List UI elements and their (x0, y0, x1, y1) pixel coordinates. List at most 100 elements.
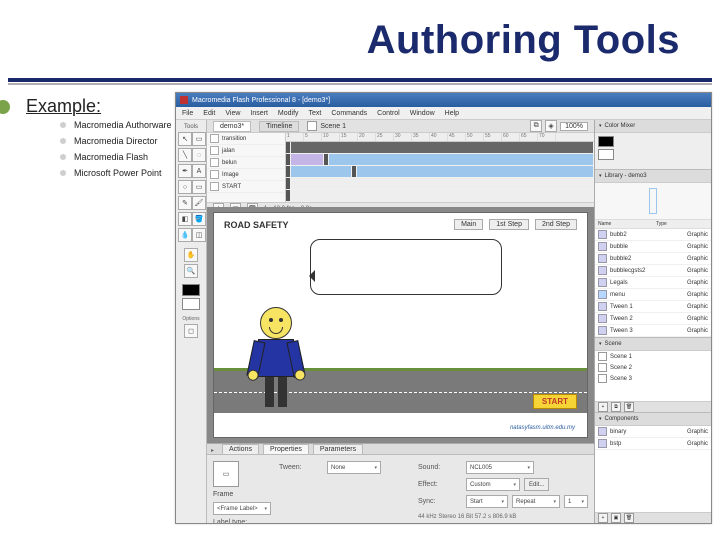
effect-select[interactable]: Custom (466, 478, 520, 491)
scene-item[interactable]: Scene 2 (595, 362, 711, 373)
menu-control[interactable]: Control (377, 110, 400, 117)
scene-item[interactable]: Scene 1 (595, 351, 711, 362)
library-item[interactable]: LegalsGraphic (595, 277, 711, 289)
sound-select[interactable]: NCL005 (466, 461, 534, 474)
layer-row[interactable]: belun (207, 157, 285, 169)
library-item[interactable]: bubblecgsts2Graphic (595, 265, 711, 277)
stroke-swatch[interactable] (182, 284, 200, 296)
eraser-tool-icon[interactable]: ◫ (192, 228, 206, 242)
layer-row[interactable]: Image (207, 169, 285, 181)
library-item[interactable]: Tween 3Graphic (595, 325, 711, 337)
scene-item[interactable]: Scene 3 (595, 373, 711, 384)
option-icon[interactable]: ◻ (184, 324, 198, 338)
menu-window[interactable]: Window (410, 110, 435, 117)
stage-tab-step1[interactable]: 1st Step (489, 219, 529, 230)
subselect-tool-icon[interactable]: ▭ (192, 132, 206, 146)
delete-scene-icon[interactable]: 🗑 (624, 402, 634, 412)
menu-insert[interactable]: Insert (250, 110, 268, 117)
selection-tool-icon[interactable]: ↖ (178, 132, 192, 146)
collapse-icon[interactable]: ▸ (211, 447, 218, 454)
tween-select[interactable]: None (327, 461, 381, 474)
sync-count[interactable]: 1 (564, 495, 588, 508)
frame-icon: ▭ (213, 461, 239, 487)
symbol-icon (598, 427, 607, 436)
oval-tool-icon[interactable]: ○ (178, 180, 192, 194)
fill-color-chip[interactable] (598, 149, 614, 160)
layer-row[interactable]: START (207, 181, 285, 193)
layer-row[interactable]: transition (207, 133, 285, 145)
menu-edit[interactable]: Edit (203, 110, 215, 117)
edit-scene-icon[interactable]: ⧉ (530, 120, 542, 132)
text-tool-icon[interactable]: A (192, 164, 206, 178)
main-bullet: Example: (0, 96, 101, 117)
head-shape (260, 307, 292, 339)
add-icon[interactable]: + (598, 513, 608, 523)
stage-tab-main[interactable]: Main (454, 219, 483, 230)
tab-actions[interactable]: Actions (222, 444, 259, 454)
lasso-tool-icon[interactable]: ◌ (192, 148, 206, 162)
menu-commands[interactable]: Commands (331, 110, 367, 117)
scene-crumb[interactable]: Scene 1 (307, 121, 346, 131)
layer-row[interactable]: jalan (207, 145, 285, 157)
stage-tab-step2[interactable]: 2nd Step (535, 219, 577, 230)
edit-symbol-icon[interactable]: ◈ (545, 120, 557, 132)
dup-scene-icon[interactable]: ⧉ (611, 402, 621, 412)
layer-list: transition jalan belun Image START (207, 133, 286, 202)
menu-modify[interactable]: Modify (278, 110, 299, 117)
zoom-tool-icon[interactable]: 🔍 (184, 264, 198, 278)
sync-select-a[interactable]: Start (466, 495, 508, 508)
component-item[interactable]: binaryGraphic (595, 426, 711, 438)
start-button[interactable]: START (533, 394, 577, 409)
panel-header[interactable]: ▾ Library - demo3 (595, 170, 711, 183)
stage-container: ROAD SAFETY Main 1st Step 2nd Step (207, 207, 594, 443)
character (246, 307, 306, 407)
library-item[interactable]: bubbleGraphic (595, 241, 711, 253)
bullet-label: Example: (26, 96, 101, 117)
panel-header[interactable]: ▾ Color Mixer (595, 120, 711, 133)
menubar: File Edit View Insert Modify Text Comman… (176, 107, 711, 120)
menu-view[interactable]: View (225, 110, 240, 117)
pen-tool-icon[interactable]: ✒ (178, 164, 192, 178)
stage[interactable]: ROAD SAFETY Main 1st Step 2nd Step (213, 212, 588, 438)
folder-icon[interactable]: ▣ (611, 513, 621, 523)
layer-icon (210, 158, 219, 167)
slide: Authoring Tools Example: Macromedia Auth… (0, 0, 720, 540)
brush-tool-icon[interactable]: 🖌 (192, 196, 206, 210)
menu-help[interactable]: Help (445, 110, 459, 117)
component-item[interactable]: bstpGraphic (595, 438, 711, 450)
symbol-icon (598, 290, 607, 299)
delete-icon[interactable]: 🗑 (624, 513, 634, 523)
menu-file[interactable]: File (182, 110, 193, 117)
library-item[interactable]: bubb2Graphic (595, 229, 711, 241)
tab-parameters[interactable]: Parameters (313, 444, 363, 454)
titlebar-text: Macromedia Flash Professional 8 - [demo3… (192, 97, 330, 104)
timeline-tab[interactable]: Timeline (259, 121, 299, 132)
list-item: Macromedia Director (60, 136, 172, 146)
eyedrop-tool-icon[interactable]: 💧 (178, 228, 192, 242)
fill-swatch[interactable] (182, 298, 200, 310)
library-item[interactable]: Tween 2Graphic (595, 313, 711, 325)
library-item[interactable]: Tween 1Graphic (595, 301, 711, 313)
zoom-select[interactable]: 100% (560, 122, 588, 131)
ink-tool-icon[interactable]: ◧ (178, 212, 192, 226)
library-item[interactable]: bubble2Graphic (595, 253, 711, 265)
panel-header[interactable]: ▾ Components (595, 413, 711, 426)
edit-button[interactable]: Edit... (524, 478, 549, 491)
frames-area[interactable]: 1510152025303540455055606570 (286, 133, 594, 202)
frame-label-input[interactable]: <Frame Label> (213, 502, 271, 515)
chevron-down-icon: ▾ (599, 173, 602, 179)
add-scene-icon[interactable]: + (598, 402, 608, 412)
panel-header[interactable]: ▾ Scene (595, 338, 711, 351)
pencil-tool-icon[interactable]: ✎ (178, 196, 192, 210)
tab-properties[interactable]: Properties (263, 444, 309, 454)
doc-tab[interactable]: demo3* (213, 121, 251, 132)
mixer-body (595, 133, 711, 169)
hand-tool-icon[interactable]: ✋ (184, 248, 198, 262)
menu-text[interactable]: Text (309, 110, 322, 117)
sync-select-b[interactable]: Repeat (512, 495, 560, 508)
stroke-color-chip[interactable] (598, 136, 614, 147)
paint-tool-icon[interactable]: 🪣 (192, 212, 206, 226)
line-tool-icon[interactable]: ╲ (178, 148, 192, 162)
rect-tool-icon[interactable]: ▭ (192, 180, 206, 194)
library-item[interactable]: menuGraphic (595, 289, 711, 301)
